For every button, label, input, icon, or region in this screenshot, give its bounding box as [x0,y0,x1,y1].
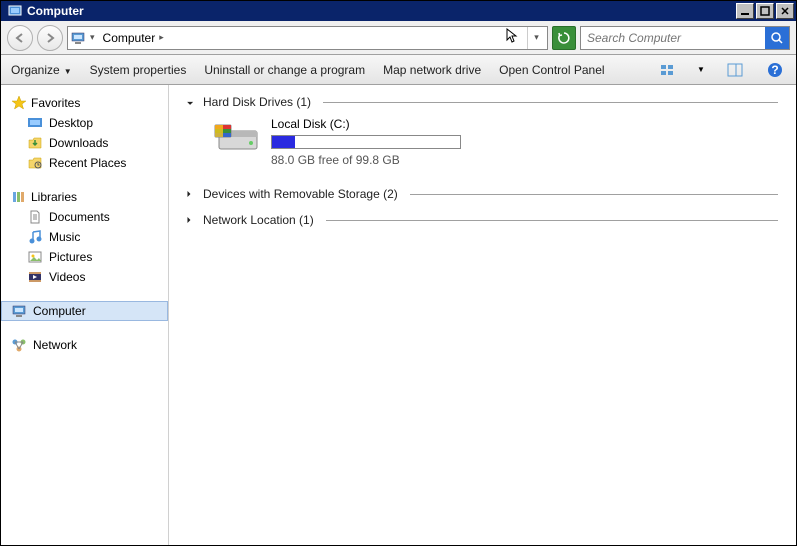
search-input[interactable] [581,31,765,45]
favorites-header[interactable]: Favorites [1,93,168,113]
computer-icon [70,30,86,46]
drive-free-space: 88.0 GB free of 99.8 GB [271,153,461,167]
chevron-right-icon: 🞂 [187,189,197,200]
svg-text:?: ? [771,63,778,77]
navigation-pane: Favorites Desktop Downloads Recent Place… [1,85,169,545]
sidebar-item-videos[interactable]: Videos [1,267,168,287]
chevron-icon: ▾ [90,32,95,43]
map-network-drive-button[interactable]: Map network drive [383,63,481,77]
divider [410,194,778,195]
pictures-icon [27,249,43,265]
system-icon [7,3,23,19]
divider [323,102,778,103]
downloads-icon [27,135,43,151]
sidebar-item-network[interactable]: Network [1,335,168,355]
divider [326,220,778,221]
close-button[interactable] [776,3,794,19]
refresh-button[interactable] [552,26,576,50]
search-button[interactable] [765,27,789,49]
libraries-header[interactable]: Libraries [1,187,168,207]
sidebar-item-label: Computer [33,304,86,318]
sidebar-item-label: Recent Places [49,156,126,170]
sidebar-item-label: Desktop [49,116,93,130]
sidebar-item-pictures[interactable]: Pictures [1,247,168,267]
cursor-icon [505,28,519,47]
sidebar-item-music[interactable]: Music [1,227,168,247]
recent-places-icon [27,155,43,171]
favorites-label: Favorites [31,96,80,110]
drive-usage-bar [271,135,461,149]
command-bar: Organize▼ System properties Uninstall or… [1,55,796,85]
section-header-network-location[interactable]: 🞂 Network Location (1) [187,213,778,227]
window-title: Computer [27,4,736,18]
help-button[interactable]: ? [764,59,786,81]
sidebar-item-label: Downloads [49,136,108,150]
navigation-bar: ▾ Computer ▸ ▾ [1,21,796,55]
section-label: Devices with Removable Storage (2) [203,187,398,201]
sidebar-item-computer[interactable]: Computer [1,301,168,321]
minimize-button[interactable] [736,3,754,19]
maximize-button[interactable] [756,3,774,19]
section-label: Network Location (1) [203,213,314,227]
documents-icon [27,209,43,225]
sidebar-item-label: Videos [49,270,85,284]
view-options-button[interactable] [656,59,678,81]
videos-icon [27,269,43,285]
network-icon [11,337,27,353]
breadcrumb-label: Computer [103,31,156,45]
sidebar-item-downloads[interactable]: Downloads [1,133,168,153]
chevron-right-icon: ▸ [159,32,164,43]
view-dropdown-button[interactable]: ▼ [696,59,706,81]
section-label: Hard Disk Drives (1) [203,95,311,109]
back-button[interactable] [7,25,33,51]
sidebar-item-label: Music [49,230,80,244]
desktop-icon [27,115,43,131]
libraries-icon [11,189,27,205]
libraries-label: Libraries [31,190,77,204]
organize-button[interactable]: Organize▼ [11,63,72,77]
sidebar-item-label: Network [33,338,77,352]
music-icon [27,229,43,245]
drive-name: Local Disk (C:) [271,117,461,131]
uninstall-program-button[interactable]: Uninstall or change a program [204,63,365,77]
title-bar: Computer [1,1,796,21]
address-bar[interactable]: ▾ Computer ▸ ▾ [67,26,548,50]
content-pane: 🞃 Hard Disk Drives (1) [169,85,796,545]
breadcrumb-computer[interactable]: Computer ▸ [99,28,168,48]
open-control-panel-button[interactable]: Open Control Panel [499,63,604,77]
sidebar-item-label: Documents [49,210,110,224]
section-header-removable[interactable]: 🞂 Devices with Removable Storage (2) [187,187,778,201]
sidebar-item-recent-places[interactable]: Recent Places [1,153,168,173]
sidebar-item-documents[interactable]: Documents [1,207,168,227]
drive-item-local-disk-c[interactable]: Local Disk (C:) 88.0 GB free of 99.8 GB [187,109,778,175]
system-properties-button[interactable]: System properties [90,63,187,77]
sidebar-item-label: Pictures [49,250,92,264]
star-icon [11,95,27,111]
computer-icon [11,303,27,319]
address-history-button[interactable]: ▾ [527,27,545,49]
sidebar-item-desktop[interactable]: Desktop [1,113,168,133]
hard-disk-icon [213,117,261,157]
search-box[interactable] [580,26,790,50]
forward-button[interactable] [37,25,63,51]
preview-pane-button[interactable] [724,59,746,81]
section-header-hdd[interactable]: 🞃 Hard Disk Drives (1) [187,95,778,109]
chevron-down-icon: 🞃 [187,97,197,108]
chevron-right-icon: 🞂 [187,215,197,226]
